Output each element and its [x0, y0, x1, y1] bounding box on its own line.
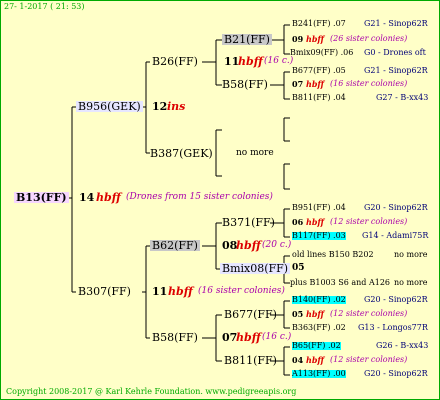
leaf-id: B117(FF): [292, 231, 331, 240]
leaf-b140[interactable]: B140(FF) .02: [292, 296, 346, 304]
node-b677[interactable]: B677(FF): [224, 309, 277, 320]
node-b21-note: (26 sister colonies): [330, 34, 408, 43]
node-b371[interactable]: B371(FF): [222, 217, 275, 228]
node-b956-tag: ins: [167, 100, 186, 113]
leaf-b951[interactable]: B951(FF) .04: [292, 204, 346, 212]
node-b58a-tag: hbff: [306, 79, 325, 89]
leaf-plus-b1003-note: no more: [394, 278, 428, 287]
leaf-b65-ref: G26 - B-xx43: [376, 341, 429, 350]
leaf-id: A113(FF): [292, 369, 331, 378]
node-b307-tag: hbff: [168, 285, 193, 298]
node-b677-tag: hbff: [306, 309, 325, 319]
leaf-b65[interactable]: B65(FF) .02: [292, 342, 341, 350]
leaf-val: .05: [333, 66, 346, 75]
leaf-plus-b1003[interactable]: plus B1003 S6 and A126: [290, 279, 390, 287]
leaf-b117-ref: G14 - Adami75R: [362, 231, 429, 240]
node-b307-num: 11: [152, 285, 168, 298]
node-bmix08[interactable]: Bmix08(FF): [220, 263, 291, 274]
node-b26-tag: hbff: [238, 55, 263, 68]
node-b307-note: (16 sister colonies): [198, 286, 285, 296]
node-b811-num: 04: [292, 355, 304, 365]
leaf-b117[interactable]: B117(FF) .03: [292, 232, 346, 240]
leaf-bmix09-ref: G0 - Drones oft: [364, 48, 426, 57]
node-b58-tag: hbff: [236, 331, 261, 344]
leaf-a113-ref: G20 - Sinop62R: [364, 369, 428, 378]
leaf-val: .04: [333, 203, 346, 212]
root-num: 14: [79, 191, 95, 204]
leaf-id: B811(FF): [292, 93, 331, 102]
leaf-id: B677(FF): [292, 66, 331, 75]
node-b58a[interactable]: B58(FF): [222, 79, 268, 90]
node-b62-tag: hbff: [236, 239, 261, 252]
node-b371-num: 06: [292, 217, 304, 227]
node-bmix08-num: 05: [292, 263, 305, 273]
leaf-val: .02: [333, 295, 346, 304]
leaf-b363-ref: G13 - Longos77R: [358, 323, 428, 332]
node-b371-tag: hbff: [306, 217, 325, 227]
node-b62-note: (20 c.): [262, 240, 292, 250]
copyright-footer: Copyright 2008-2017 @ Karl Kehrle Founda…: [6, 387, 297, 396]
leaf-id: B363(FF): [292, 323, 331, 332]
leaf-id: B241(FF): [292, 19, 331, 28]
node-b811[interactable]: B811(FF): [224, 355, 277, 366]
leaf-id: Bmix09(FF): [290, 48, 339, 57]
node-b387[interactable]: B387(GEK): [150, 148, 213, 159]
node-b387-note: no more: [236, 148, 274, 158]
leaf-val: .02: [333, 323, 346, 332]
leaf-val: .02: [327, 341, 341, 350]
leaf-bmix09[interactable]: Bmix09(FF) .06: [290, 49, 353, 57]
node-b58-note: (16 c.): [262, 332, 292, 342]
leaf-b140-ref: G20 - Sinop62R: [364, 295, 428, 304]
node-b956[interactable]: B956(GEK): [76, 101, 143, 112]
node-b58a-num: 07: [292, 79, 304, 89]
leaf-b363[interactable]: B363(FF) .02: [292, 324, 346, 332]
node-b956-num: 12: [152, 100, 168, 113]
root-note: (Drones from 15 sister colonies): [126, 192, 273, 202]
leaf-val: .00: [332, 369, 346, 378]
node-b58a-note: (16 sister colonies): [330, 79, 408, 88]
node-b677-note: (12 sister colonies): [330, 309, 408, 318]
node-b26[interactable]: B26(FF): [152, 56, 198, 67]
leaf-b811-ref: G27 - B-xx43: [376, 93, 429, 102]
root-node[interactable]: B13(FF): [14, 192, 69, 203]
leaf-val: .07: [333, 19, 346, 28]
leaf-old-lines-note: no more: [394, 250, 428, 259]
leaf-b677-ref: G21 - Sinop62R: [364, 66, 428, 75]
node-b307[interactable]: B307(FF): [78, 286, 131, 297]
node-b677-num: 05: [292, 309, 304, 319]
leaf-val: .06: [340, 48, 354, 57]
leaf-b241[interactable]: B241(FF) .07: [292, 20, 346, 28]
node-b58[interactable]: B58(FF): [152, 332, 198, 343]
leaf-a113[interactable]: A113(FF) .00: [292, 370, 346, 378]
node-b21[interactable]: B21(FF): [222, 34, 272, 45]
leaf-old-lines[interactable]: old lines B150 B202: [292, 251, 374, 259]
leaf-id: B951(FF): [292, 203, 331, 212]
node-b21-num: 09: [292, 34, 304, 44]
leaf-b677[interactable]: B677(FF) .05: [292, 67, 346, 75]
node-b371-note: (12 sister colonies): [330, 217, 408, 226]
leaf-val: .03: [333, 231, 346, 240]
node-b26-note: (16 c.): [264, 56, 294, 66]
leaf-b811[interactable]: B811(FF) .04: [292, 94, 346, 102]
timestamp: 27- 1-2017 ( 21: 53): [4, 2, 85, 11]
node-b811-note: (12 sister colonies): [330, 355, 408, 364]
leaf-b241-ref: G21 - Sinop62R: [364, 19, 428, 28]
leaf-val: .04: [333, 93, 346, 102]
node-b811-tag: hbff: [306, 355, 325, 365]
leaf-id: B140(FF): [292, 295, 331, 304]
node-b21-tag: hbff: [306, 34, 325, 44]
leaf-b951-ref: G20 - Sinop62R: [364, 203, 428, 212]
root-tag: hbff: [96, 191, 121, 204]
leaf-id: B65(FF): [292, 341, 326, 350]
node-b62[interactable]: B62(FF): [150, 240, 200, 251]
